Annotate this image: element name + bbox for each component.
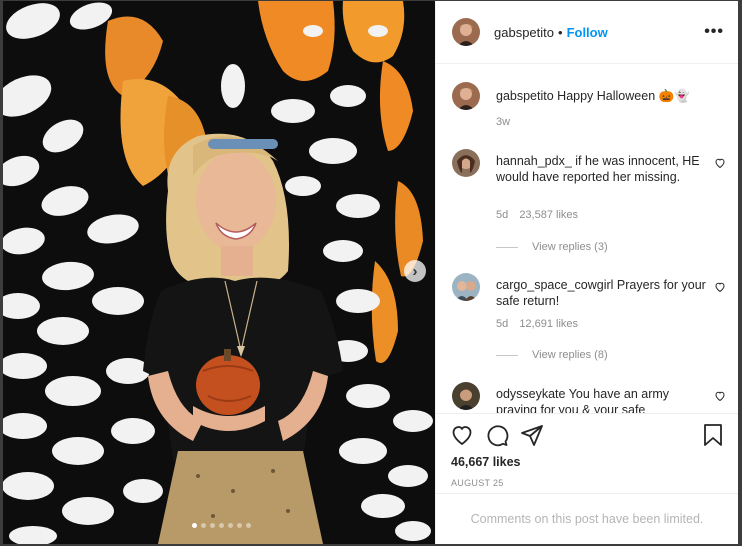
comment-age[interactable]: 5d (496, 318, 508, 330)
author-avatar[interactable] (452, 18, 480, 46)
commenter-avatar[interactable] (452, 273, 480, 301)
view-replies-label: View replies (3) (532, 241, 608, 253)
heart-icon (715, 391, 725, 402)
post-photo[interactable]: › (3, 1, 435, 544)
caption-username[interactable]: gabspetito (496, 89, 554, 103)
heart-icon (452, 426, 472, 446)
bookmark-icon (704, 424, 722, 446)
commenter-avatar[interactable] (452, 149, 480, 177)
comment-item: cargo_space_cowgirl Prayers for your saf… (452, 273, 725, 373)
header-separator: • (558, 24, 563, 40)
comments-limited-notice: Comments on this post have been limited. (436, 493, 738, 544)
comment-age[interactable]: 5d (496, 209, 508, 221)
author-username[interactable]: gabspetito (494, 25, 554, 40)
comment-username[interactable]: hannah_pdx_ (496, 154, 572, 168)
post-side-panel: gabspetito • Follow ••• gabspetito Happy… (435, 1, 738, 544)
like-button[interactable] (450, 423, 474, 447)
comment-username[interactable]: cargo_space_cowgirl (496, 278, 613, 292)
caption-age[interactable]: 3w (496, 116, 510, 128)
commenter-avatar[interactable] (452, 382, 480, 410)
caption-text: Happy Halloween 🎃👻 (557, 89, 690, 103)
like-comment-button[interactable] (714, 157, 726, 172)
like-comment-button[interactable] (714, 281, 726, 296)
author-avatar[interactable] (452, 82, 480, 110)
follow-button[interactable]: Follow (567, 25, 608, 40)
view-replies-button[interactable]: View replies (8) (496, 349, 608, 361)
comment-likes[interactable]: 23,587 likes (519, 209, 578, 221)
view-replies-button[interactable]: View replies (3) (496, 241, 608, 253)
comment-item: hannah_pdx_ if he was innocent, HE would… (452, 149, 725, 259)
comment-username[interactable]: odysseykate (496, 387, 565, 401)
heart-icon (715, 282, 725, 293)
share-button[interactable] (520, 423, 544, 447)
likes-count[interactable]: 46,667 likes (451, 455, 521, 469)
carousel-dot (192, 523, 197, 528)
comment-button[interactable] (485, 423, 509, 447)
ellipsis-icon: ••• (704, 23, 724, 40)
comment-item: odysseykate You have an army praying for… (452, 382, 725, 413)
carousel-dot (219, 523, 224, 528)
carousel-indicator (192, 523, 251, 528)
like-comment-button[interactable] (714, 390, 726, 405)
more-options-button[interactable]: ••• (704, 23, 724, 41)
post-actions: 46,667 likes AUGUST 25 (436, 413, 738, 493)
post-modal: › gabspetito • Follow ••• gabspetito Hap… (3, 1, 738, 544)
post-caption: gabspetito Happy Halloween 🎃👻 3w (452, 82, 722, 142)
comment-bubble-icon (487, 425, 509, 447)
replies-divider (496, 246, 518, 248)
carousel-dot (228, 523, 233, 528)
carousel-dot (246, 523, 251, 528)
carousel-dot (237, 523, 242, 528)
heart-icon (715, 158, 725, 169)
carousel-dot (210, 523, 215, 528)
replies-divider (496, 354, 518, 356)
view-replies-label: View replies (8) (532, 349, 608, 361)
next-photo-button[interactable]: › (404, 260, 426, 282)
carousel-dot (201, 523, 206, 528)
comment-likes[interactable]: 12,691 likes (519, 318, 578, 330)
chevron-right-icon: › (412, 262, 418, 280)
post-header: gabspetito • Follow ••• (436, 1, 738, 64)
paper-plane-icon (521, 425, 543, 446)
photo-image (3, 1, 435, 544)
save-button[interactable] (702, 423, 724, 452)
post-date[interactable]: AUGUST 25 (451, 478, 504, 488)
comments-list[interactable]: gabspetito Happy Halloween 🎃👻 3w hannah_… (436, 65, 738, 413)
